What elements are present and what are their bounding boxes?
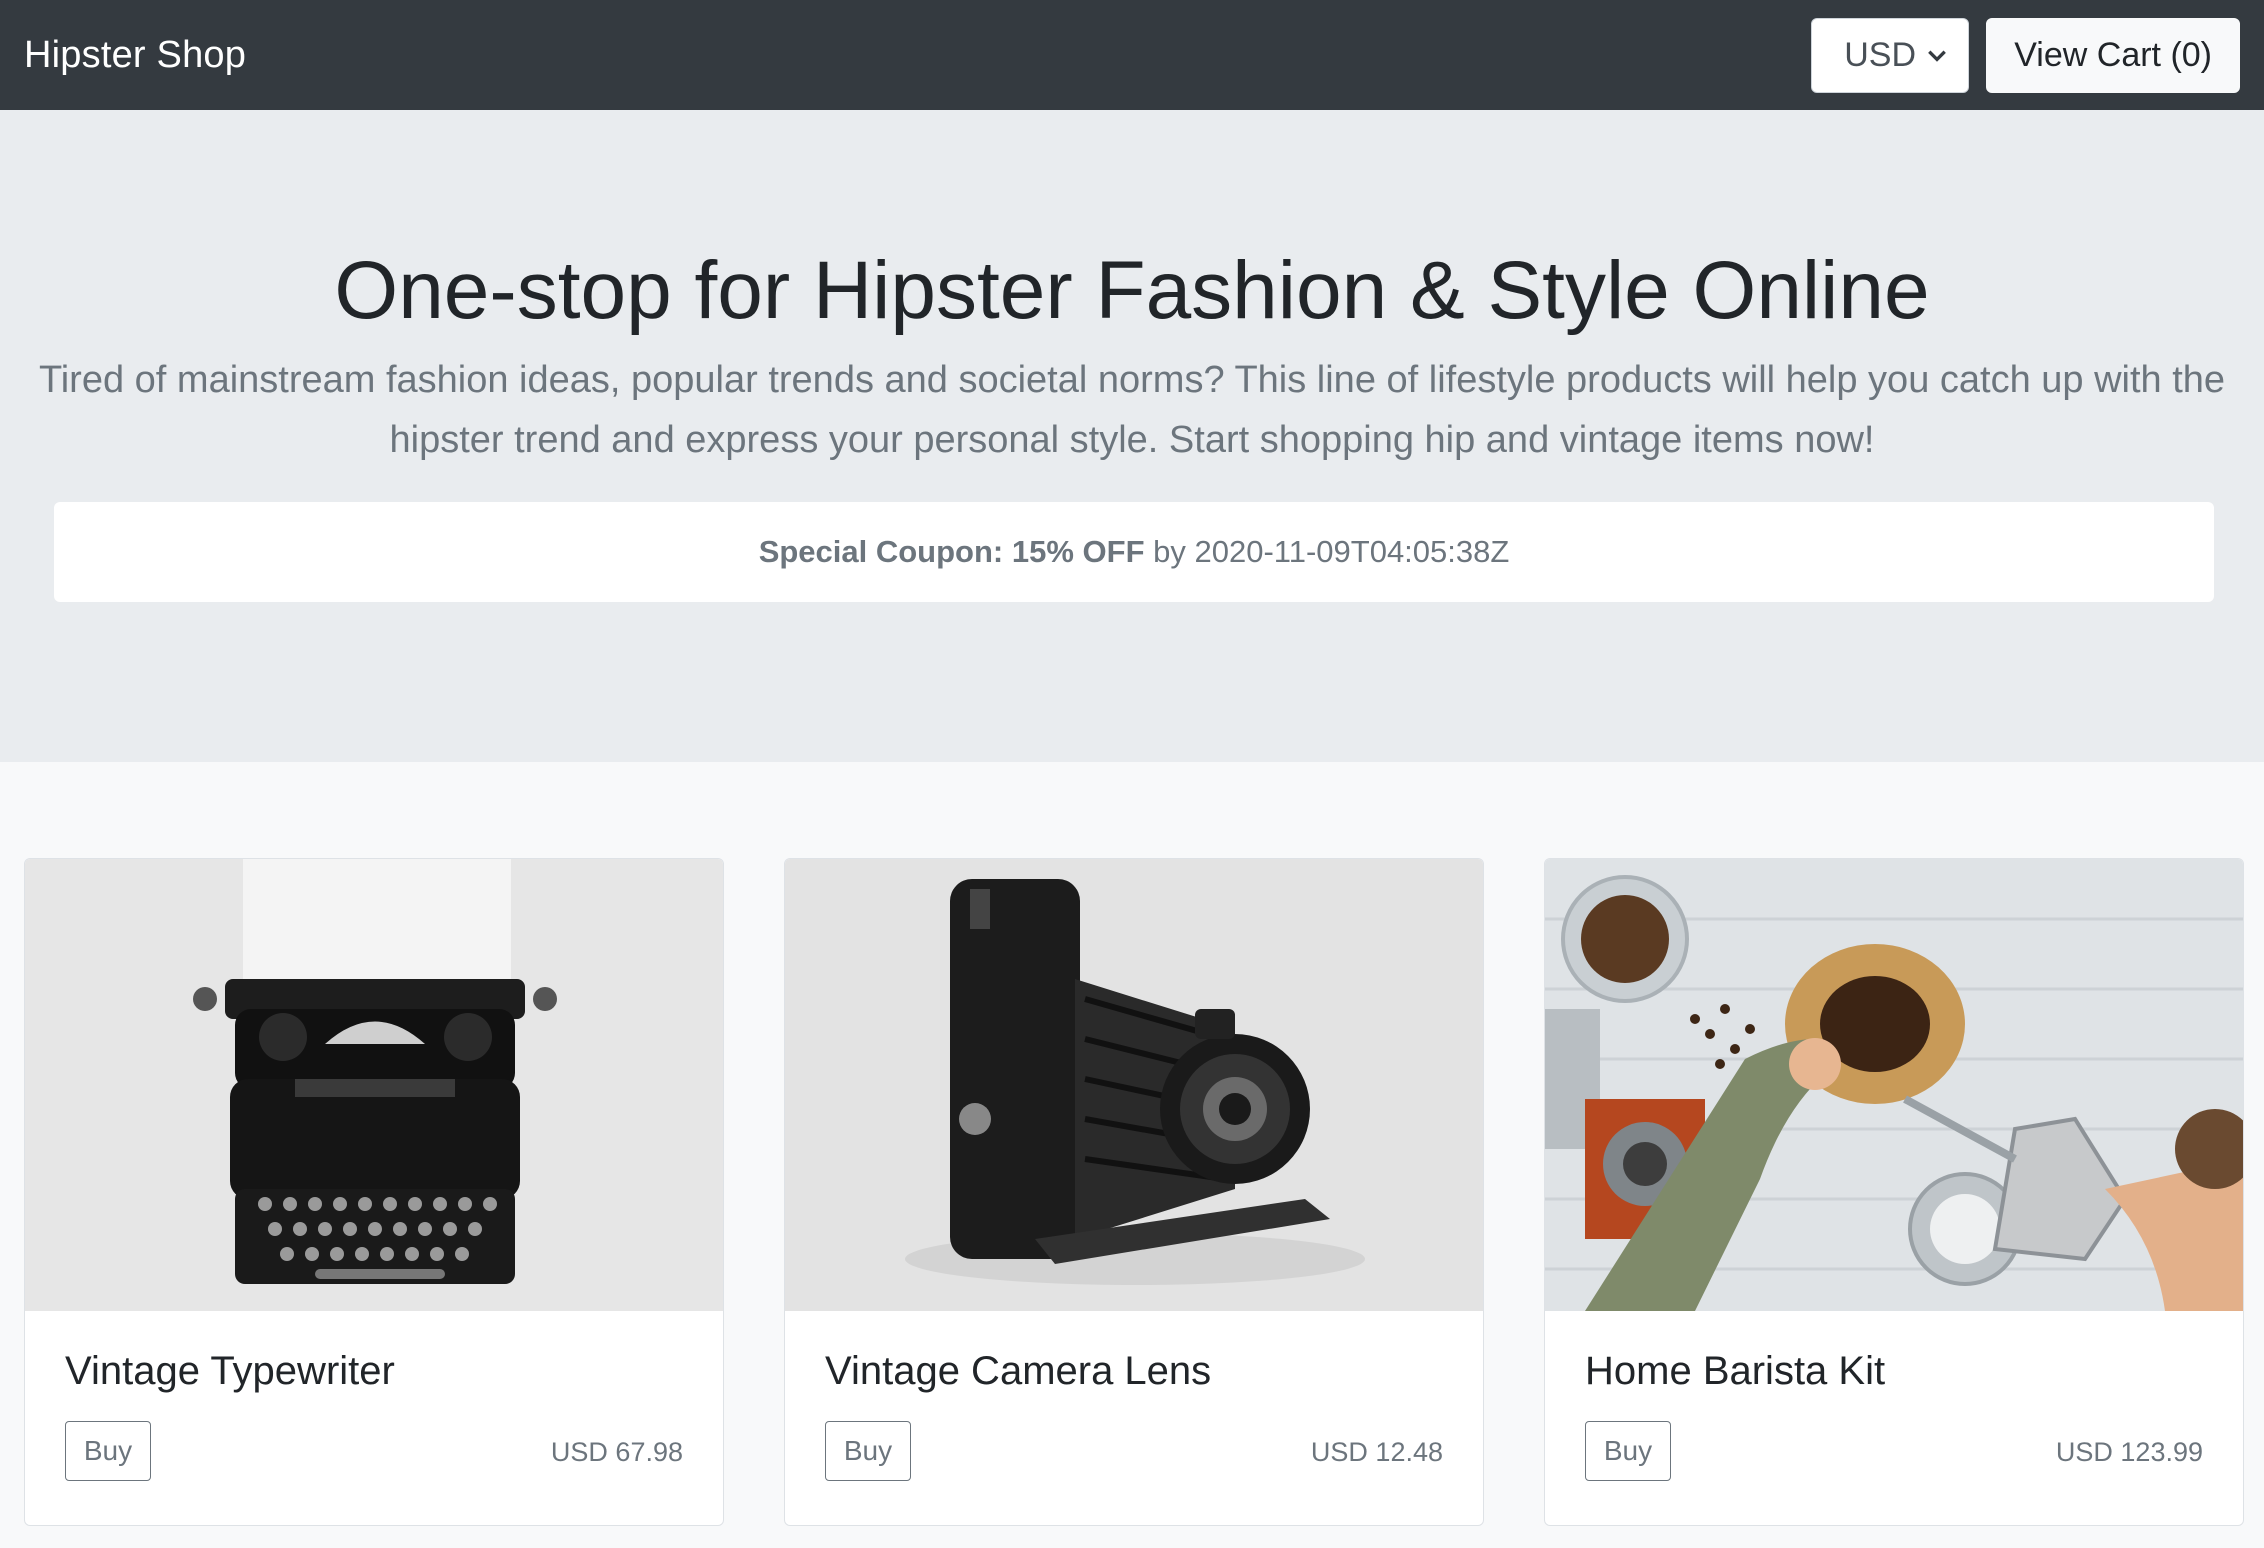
typewriter-image[interactable] — [25, 859, 724, 1311]
buy-button[interactable]: Buy — [65, 1421, 151, 1481]
hero-section: One-stop for Hipster Fashion & Style Onl… — [0, 110, 2264, 762]
page-title: One-stop for Hipster Fashion & Style Onl… — [334, 245, 1930, 336]
product-name[interactable]: Home Barista Kit — [1585, 1349, 1885, 1394]
product-card[interactable]: Home Barista Kit Buy USD 123.99 — [1544, 858, 2244, 1526]
product-card[interactable]: Vintage Typewriter Buy USD 67.98 — [24, 858, 724, 1526]
currency-value: USD — [1844, 35, 1917, 74]
product-price: USD 67.98 — [550, 1437, 683, 1467]
camera-lens-image[interactable] — [785, 859, 1484, 1311]
buy-button[interactable]: Buy — [1585, 1421, 1671, 1481]
coupon-expiry: by 2020-11-09T04:05:38Z — [1153, 534, 1510, 569]
coupon-banner: Special Coupon: 15% OFF by 2020-11-09T04… — [54, 502, 2214, 602]
product-price: USD 12.48 — [1310, 1437, 1443, 1467]
product-price: USD 123.99 — [2055, 1437, 2203, 1467]
view-cart-button[interactable]: View Cart (0) — [1986, 17, 2240, 93]
navbar: Hipster Shop USD View Cart (0) — [0, 0, 2264, 110]
brand-logo[interactable]: Hipster Shop — [24, 34, 246, 77]
product-name[interactable]: Vintage Typewriter — [65, 1349, 395, 1394]
product-grid: Vintage Typewriter Buy USD 67.98 Vintage… — [0, 762, 2264, 1548]
product-card[interactable]: Vintage Camera Lens Buy USD 12.48 — [784, 858, 1484, 1526]
product-name[interactable]: Vintage Camera Lens — [825, 1349, 1211, 1394]
chevron-down-icon — [1928, 50, 1947, 62]
currency-select[interactable]: USD — [1811, 17, 1970, 93]
barista-kit-image[interactable] — [1545, 859, 2244, 1311]
buy-button[interactable]: Buy — [825, 1421, 911, 1481]
coupon-label: Special Coupon: 15% OFF — [758, 534, 1145, 569]
nav-actions: USD View Cart (0) — [1811, 17, 2240, 93]
hero-lead-text: Tired of mainstream fashion ideas, popul… — [38, 359, 2226, 461]
